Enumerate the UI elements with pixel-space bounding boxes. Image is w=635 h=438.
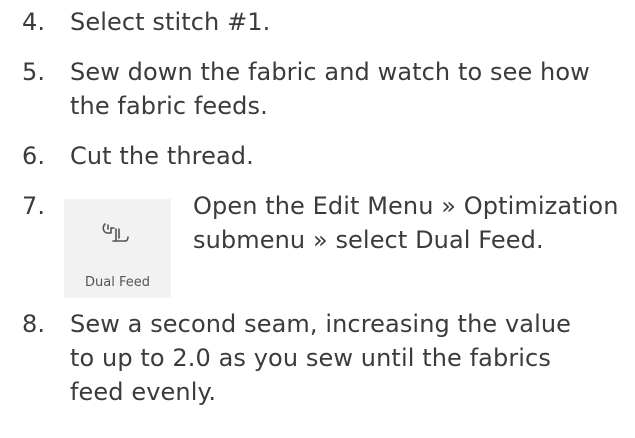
- step-text-line: the fabric feeds.: [70, 92, 268, 120]
- dual-feed-tile: Dual Feed: [64, 199, 171, 298]
- step-text-line: Cut the thread.: [70, 142, 254, 170]
- step-number: 6.: [22, 142, 46, 170]
- step-number: 8.: [22, 310, 46, 338]
- step-number: 4.: [22, 8, 46, 36]
- step-text-line: Open the Edit Menu » Optimization: [193, 192, 619, 220]
- step-text-line: submenu » select Dual Feed.: [193, 226, 544, 254]
- step-text-line: to up to 2.0 as you sew until the fabric…: [70, 344, 551, 372]
- step-number: 5.: [22, 58, 46, 86]
- step-number: 7.: [22, 192, 46, 220]
- dual-feed-icon: [99, 219, 135, 249]
- step-text: Sew a second seam, increasing the value …: [70, 307, 625, 409]
- step-text-line: feed evenly.: [70, 378, 217, 406]
- step-text: Cut the thread.: [70, 139, 625, 173]
- step-text: Select stitch #1.: [70, 5, 625, 39]
- step-text-line: Sew down the fabric and watch to see how: [70, 58, 590, 86]
- step-text-line: Sew a second seam, increasing the value: [70, 310, 572, 338]
- step-text-line: Select stitch #1.: [70, 8, 271, 36]
- step-text: Sew down the fabric and watch to see how…: [70, 55, 625, 123]
- step-text: Open the Edit Menu » Optimization submen…: [193, 189, 633, 257]
- dual-feed-label: Dual Feed: [85, 275, 150, 290]
